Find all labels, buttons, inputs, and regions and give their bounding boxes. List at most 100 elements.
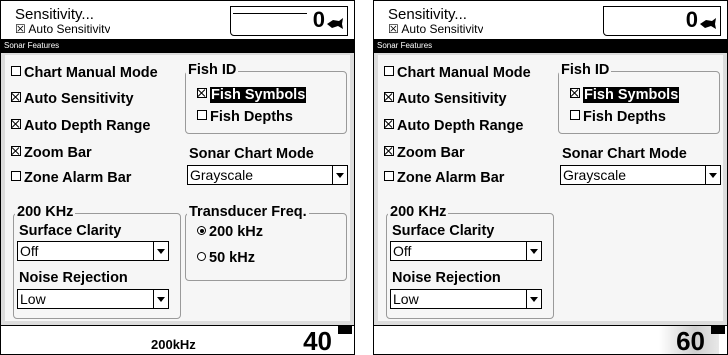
fish-id-title: Fish ID: [559, 62, 612, 79]
chevron-down-icon: [153, 290, 168, 308]
select-value: Grayscale: [190, 167, 254, 183]
frequency-readout: 200kHz: [151, 337, 196, 352]
radio-selected-icon: [197, 226, 206, 235]
top-status-bar: Sensitivity... ☒ Auto Sensitivity 0: [1, 1, 354, 39]
noise-rejection-select[interactable]: Low: [17, 289, 169, 309]
checkbox-icon: [384, 171, 394, 181]
checkbox-label: Chart Manual Mode: [397, 65, 531, 81]
depth-value: 0: [685, 7, 698, 32]
sensitivity-menu-label[interactable]: Sensitivity...: [388, 7, 467, 22]
fish-icon: [700, 18, 716, 29]
fish-icon: [327, 18, 343, 29]
checkbox-label: Fish Symbols: [583, 87, 680, 103]
auto-depth-range-checkbox[interactable]: Auto Depth Range: [11, 118, 150, 135]
sonar-features-panel: Chart Manual Mode Auto Sensitivity Auto …: [378, 55, 723, 321]
scale-marker: [711, 326, 725, 334]
sonar-screen-left: Sensitivity... ☒ Auto Sensitivity 0 Sona…: [0, 0, 355, 355]
chevron-down-icon: [526, 242, 541, 260]
auto-sensitivity-checkbox[interactable]: Auto Sensitivity: [384, 91, 507, 108]
fish-depths-checkbox[interactable]: Fish Depths: [570, 109, 666, 126]
checkbox-checked-icon: [570, 88, 580, 98]
sonar-screen-right: Sensitivity... ☒ Auto Sensitivity 0 Sona…: [373, 0, 728, 355]
noise-rejection-select[interactable]: Low: [390, 289, 542, 309]
select-value: Off: [20, 243, 39, 259]
zone-alarm-bar-checkbox[interactable]: Zone Alarm Bar: [11, 170, 131, 187]
chevron-down-icon: [705, 166, 720, 184]
fish-symbols-checkbox[interactable]: Fish Symbols: [197, 87, 307, 104]
chart-manual-mode-checkbox[interactable]: Chart Manual Mode: [11, 65, 158, 82]
select-value: Low: [393, 291, 419, 307]
depth-value: 0: [312, 7, 325, 32]
checkbox-label: Auto Depth Range: [24, 118, 151, 134]
bottom-depth-value: 40: [303, 326, 332, 355]
auto-sensitivity-label: ☒ Auto Sensitivity: [15, 23, 111, 33]
checkbox-label: Zone Alarm Bar: [397, 170, 505, 186]
checkbox-checked-icon: [11, 92, 21, 102]
checkbox-label: Zoom Bar: [397, 145, 465, 161]
checkbox-icon: [197, 110, 207, 120]
checkbox-icon: [11, 66, 21, 76]
checkbox-label: Fish Symbols: [210, 87, 307, 103]
auto-sensitivity-checkbox[interactable]: Auto Sensitivity: [11, 91, 134, 108]
radio-label: 50 kHz: [209, 250, 255, 266]
zoom-bar-checkbox[interactable]: Zoom Bar: [384, 145, 465, 162]
checkbox-label: Chart Manual Mode: [24, 65, 158, 81]
fish-depths-checkbox[interactable]: Fish Depths: [197, 109, 293, 126]
checkbox-label: Auto Depth Range: [397, 118, 524, 134]
sonar-chart-mode-label: Sonar Chart Mode: [189, 146, 314, 162]
200khz-title: 200 KHz: [15, 204, 76, 221]
surface-clarity-select[interactable]: Off: [390, 241, 542, 261]
top-status-bar: Sensitivity... ☒ Auto Sensitivity 0: [374, 1, 727, 39]
fish-symbols-checkbox[interactable]: Fish Symbols: [570, 87, 680, 104]
checkbox-icon: [570, 110, 580, 120]
dialog-title: Sonar Features: [1, 39, 354, 53]
chevron-down-icon: [332, 166, 347, 184]
zoom-bar-checkbox[interactable]: Zoom Bar: [11, 145, 92, 162]
radio-icon: [197, 252, 206, 261]
checkbox-label: Zone Alarm Bar: [24, 170, 132, 186]
depth-readout: 0: [603, 6, 721, 36]
auto-depth-range-checkbox[interactable]: Auto Depth Range: [384, 118, 523, 135]
50khz-radio[interactable]: 50 kHz: [197, 250, 255, 267]
checkbox-checked-icon: [197, 88, 207, 98]
checkbox-checked-icon: [11, 119, 21, 129]
auto-sensitivity-label: ☒ Auto Sensitivity: [388, 23, 484, 33]
checkbox-label: Auto Sensitivity: [24, 91, 134, 107]
sonar-chart-mode-label: Sonar Chart Mode: [562, 146, 687, 162]
checkbox-label: Zoom Bar: [24, 145, 92, 161]
select-value: Low: [20, 291, 46, 307]
zone-alarm-bar-checkbox[interactable]: Zone Alarm Bar: [384, 170, 504, 187]
sonar-chart-mode-select[interactable]: Grayscale: [187, 165, 348, 185]
bottom-status-bar: 200kHz 40: [1, 325, 354, 355]
noise-rejection-label: Noise Rejection: [392, 270, 501, 286]
chart-manual-mode-checkbox[interactable]: Chart Manual Mode: [384, 65, 531, 82]
checkbox-checked-icon: [384, 92, 394, 102]
surface-clarity-label: Surface Clarity: [392, 223, 495, 239]
noise-rejection-label: Noise Rejection: [19, 270, 128, 286]
select-value: Grayscale: [563, 167, 627, 183]
transducer-freq-title: Transducer Freq.: [187, 204, 309, 221]
checkbox-icon: [11, 171, 21, 181]
chevron-down-icon: [153, 242, 168, 260]
sensitivity-menu-label[interactable]: Sensitivity...: [15, 7, 94, 22]
sonar-chart-mode-select[interactable]: Grayscale: [560, 165, 721, 185]
checkbox-label: Fish Depths: [210, 109, 293, 125]
depth-readout: 0: [230, 6, 348, 36]
200khz-radio[interactable]: 200 kHz: [197, 224, 263, 241]
sonar-features-panel: Chart Manual Mode Auto Sensitivity Auto …: [5, 55, 350, 321]
chevron-down-icon: [526, 290, 541, 308]
radio-label: 200 kHz: [209, 224, 264, 240]
fish-id-title: Fish ID: [186, 62, 239, 79]
bottom-depth-value: 60: [676, 326, 705, 355]
bottom-status-bar: 60: [374, 325, 727, 355]
surface-clarity-select[interactable]: Off: [17, 241, 169, 261]
checkbox-icon: [384, 66, 394, 76]
checkbox-label: Auto Sensitivity: [397, 91, 507, 107]
scale-marker: [338, 326, 352, 334]
200khz-title: 200 KHz: [388, 204, 449, 221]
select-value: Off: [393, 243, 412, 259]
dialog-title: Sonar Features: [374, 39, 727, 53]
depth-line: [233, 13, 307, 14]
checkbox-checked-icon: [384, 146, 394, 156]
checkbox-checked-icon: [384, 119, 394, 129]
